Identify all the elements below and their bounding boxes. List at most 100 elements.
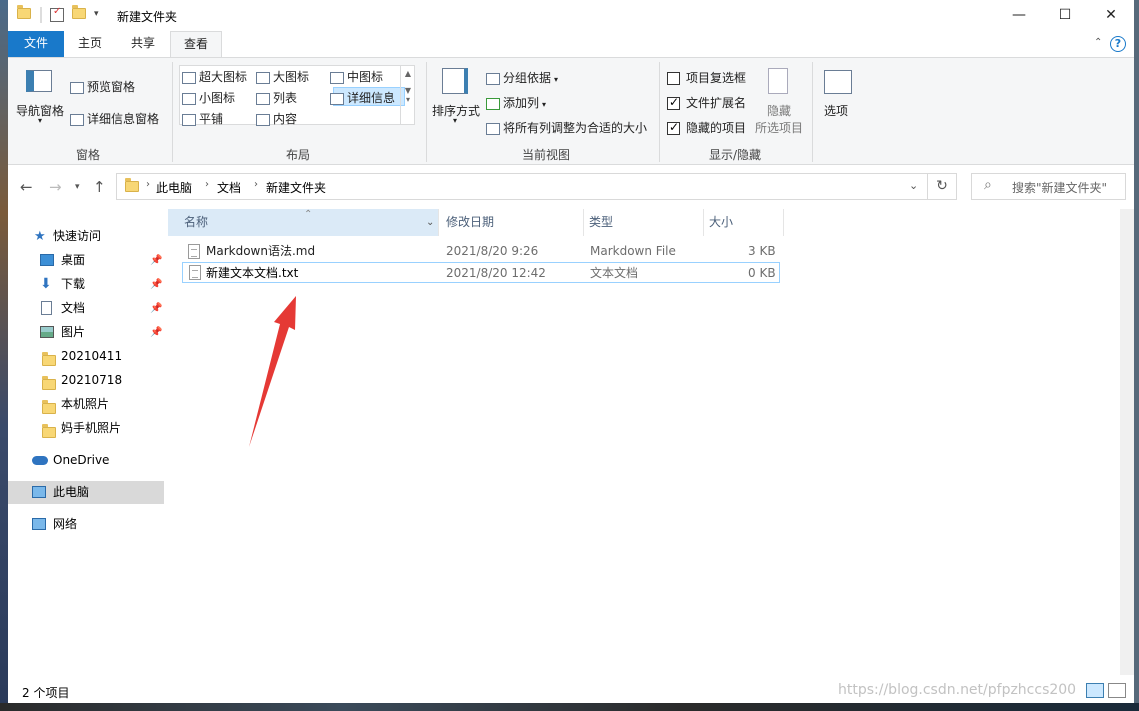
item-count: 2 个项目 — [22, 686, 70, 700]
column-divider[interactable] — [583, 209, 584, 236]
file-row[interactable]: Markdown语法.md 2021/8/20 9:26 Markdown Fi… — [182, 241, 780, 262]
hide-selected-line1[interactable]: 隐藏 — [767, 102, 791, 119]
address-bar[interactable]: › 此电脑 › 文档 › 新建文件夹 ⌄ — [116, 173, 928, 200]
breadcrumb-new-folder[interactable]: 新建文件夹 — [266, 179, 326, 196]
nav-pictures[interactable]: 图片 📌 — [8, 321, 164, 344]
tab-view[interactable]: 查看 — [170, 31, 222, 57]
pin-icon[interactable]: 📌 — [150, 273, 162, 296]
customize-toolbar-icon[interactable]: ▾ — [94, 9, 108, 23]
size-all-columns-label: 将所有列调整为合适的大小 — [503, 121, 648, 135]
search-input[interactable]: 搜索"新建文件夹" — [1012, 179, 1107, 196]
chevron-right-icon[interactable]: › — [205, 179, 209, 190]
pin-icon[interactable]: 📌 — [150, 321, 162, 344]
help-icon[interactable]: ? — [1110, 36, 1126, 52]
close-button[interactable]: ✕ — [1088, 0, 1134, 31]
nav-desktop[interactable]: 桌面 📌 — [8, 249, 164, 272]
layout-large-icons[interactable]: 大图标 — [256, 68, 309, 85]
nav-network[interactable]: 网络 — [8, 513, 164, 536]
details-view-icon[interactable] — [1086, 683, 1104, 698]
details-pane-button[interactable]: 详细信息窗格 — [70, 110, 159, 127]
tab-share[interactable]: 共享 — [116, 31, 170, 57]
group-by-button[interactable]: 分组依据 ▾ — [486, 69, 558, 86]
nav-onedrive[interactable]: OneDrive — [8, 449, 164, 472]
hide-selected-line2[interactable]: 所选项目 — [755, 119, 803, 136]
item-checkboxes-label: 项目复选框 — [686, 71, 747, 85]
layout-tiles[interactable]: 平铺 — [182, 110, 223, 127]
search-box[interactable]: ⌕ 搜索"新建文件夹" — [971, 173, 1126, 200]
divider — [40, 7, 42, 23]
recent-locations-icon[interactable]: ▾ — [75, 182, 80, 192]
checkbox[interactable] — [667, 72, 680, 85]
pin-icon[interactable]: 📌 — [150, 297, 162, 320]
column-header-name[interactable]: 名称 ⌃ ⌄ — [168, 209, 438, 236]
nav-folder-20210718[interactable]: 20210718 — [8, 369, 164, 392]
minimize-button[interactable]: — — [996, 0, 1042, 31]
large-icons-view-icon[interactable] — [1108, 683, 1126, 698]
item-checkboxes-toggle[interactable]: 项目复选框 — [667, 69, 746, 86]
checkbox[interactable] — [667, 95, 680, 110]
nav-folder-local-photos[interactable]: 本机照片 — [8, 393, 164, 416]
details-pane-icon — [70, 113, 84, 126]
tab-home[interactable]: 主页 — [64, 31, 116, 57]
chevron-right-icon[interactable]: › — [146, 179, 150, 190]
add-column-button[interactable]: 添加列 ▾ — [486, 94, 546, 111]
nav-label: 快速访问 — [53, 229, 102, 243]
details-pane-label: 详细信息窗格 — [87, 112, 160, 126]
pin-icon[interactable]: 📌 — [150, 249, 162, 272]
nav-label: OneDrive — [53, 453, 110, 467]
nav-downloads[interactable]: ⬇ 下载 📌 — [8, 273, 164, 296]
breadcrumb-documents[interactable]: 文档 — [217, 179, 241, 196]
document-icon — [41, 301, 52, 315]
nav-quick-access[interactable]: ★ 快速访问 — [8, 225, 164, 248]
layout-gallery-scroll[interactable]: ▲ ▼ ▾ — [400, 65, 415, 125]
up-arrow-icon[interactable]: ↑ — [93, 178, 106, 196]
ribbon-view: 导航窗格 ▾ 预览窗格 详细信息窗格 窗格 超大图标 大图标 中图标 小图标 列… — [8, 57, 1134, 165]
maximize-button[interactable]: ☐ — [1042, 0, 1088, 31]
properties-icon[interactable]: ✓ — [50, 6, 64, 22]
chevron-down-icon[interactable]: ⌄ — [426, 209, 434, 236]
star-icon: ★ — [34, 229, 46, 244]
file-row[interactable]: 新建文本文档.txt 2021/8/20 12:42 文本文档 0 KB — [182, 262, 780, 283]
vertical-scrollbar[interactable] — [1120, 209, 1134, 675]
chevron-down-icon[interactable]: ▾ — [38, 116, 42, 125]
size-all-columns-button[interactable]: 将所有列调整为合适的大小 — [486, 119, 647, 136]
layout-small-icons[interactable]: 小图标 — [182, 89, 235, 106]
column-divider[interactable] — [783, 209, 784, 236]
hidden-items-toggle[interactable]: 隐藏的项目 — [667, 119, 746, 136]
chevron-down-icon[interactable]: ⌄ — [909, 179, 918, 192]
layout-details[interactable]: 详细信息 — [330, 89, 395, 106]
refresh-icon[interactable]: ↻ — [928, 173, 957, 200]
layout-content[interactable]: 内容 — [256, 110, 297, 127]
group-by-icon — [486, 72, 500, 85]
forward-arrow-icon[interactable]: → — [49, 178, 62, 196]
small-icons-icon — [182, 92, 196, 105]
chevron-right-icon[interactable]: › — [254, 179, 258, 190]
file-extensions-toggle[interactable]: 文件扩展名 — [667, 94, 746, 111]
preview-pane-button[interactable]: 预览窗格 — [70, 78, 135, 95]
column-header-modified[interactable]: 修改日期 — [446, 209, 586, 236]
options-button[interactable]: 选项 — [824, 102, 848, 119]
layout-label: 小图标 — [199, 91, 236, 105]
column-header-type[interactable]: 类型 — [589, 209, 699, 236]
hide-selected-icon — [768, 68, 788, 94]
checkbox[interactable] — [667, 120, 680, 135]
column-divider[interactable] — [438, 209, 439, 236]
chevron-down-icon[interactable]: ▾ — [453, 116, 457, 125]
new-folder-icon[interactable] — [72, 5, 86, 22]
column-divider[interactable] — [703, 209, 704, 236]
layout-medium-icons[interactable]: 中图标 — [330, 68, 383, 85]
nav-label: 网络 — [53, 517, 78, 531]
nav-this-pc[interactable]: 此电脑 — [8, 481, 164, 504]
tab-file[interactable]: 文件 — [8, 31, 64, 57]
breadcrumb-this-pc[interactable]: 此电脑 — [156, 179, 192, 196]
layout-list[interactable]: 列表 — [256, 89, 297, 106]
add-column-icon — [486, 97, 500, 110]
layout-extra-large-icons[interactable]: 超大图标 — [182, 68, 247, 85]
nav-folder-mom-phone-photos[interactable]: 妈手机照片 — [8, 417, 164, 440]
ribbon-collapse-icon[interactable]: ⌃ — [1094, 37, 1102, 48]
back-arrow-icon[interactable]: ← — [20, 178, 33, 196]
tiles-icon — [182, 113, 196, 126]
column-header-size[interactable]: 大小 — [709, 209, 779, 236]
nav-folder-20210411[interactable]: 20210411 — [8, 345, 164, 368]
nav-documents[interactable]: 文档 📌 — [8, 297, 164, 320]
